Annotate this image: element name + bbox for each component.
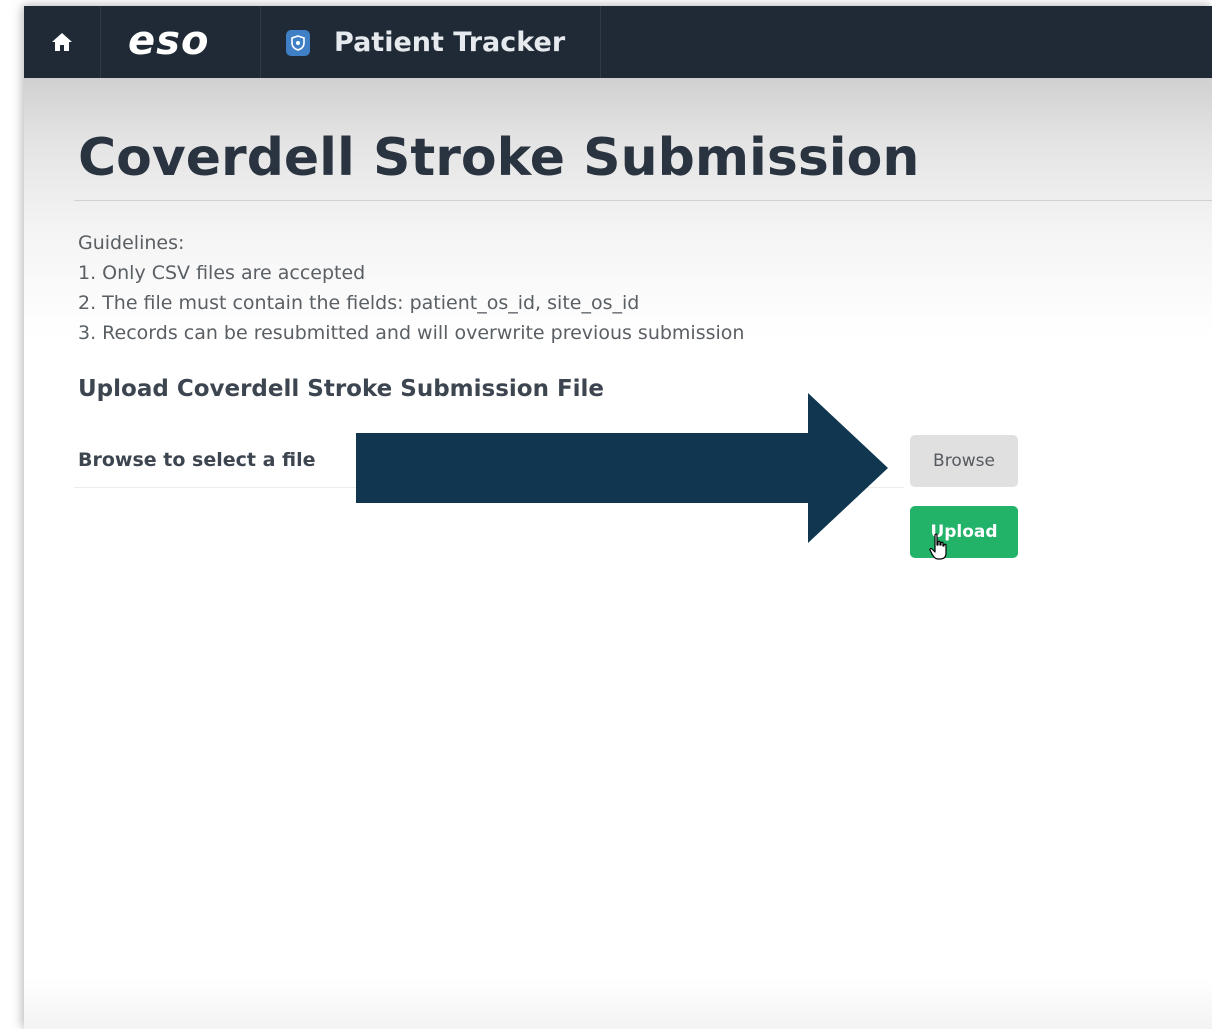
shield-icon: [286, 30, 310, 56]
eso-logo[interactable]: eso: [128, 16, 209, 66]
top-navigation-bar: eso Patient Tracker: [24, 6, 1212, 78]
guidelines-heading: Guidelines:: [78, 232, 185, 254]
guidelines: Guidelines: 1. Only CSV files are accept…: [78, 228, 744, 348]
home-icon: [52, 33, 72, 51]
upload-button[interactable]: Upload: [910, 506, 1018, 558]
annotation-arrow-icon: [356, 393, 888, 543]
hand-cursor-icon: [929, 533, 947, 560]
browse-button[interactable]: Browse: [910, 435, 1018, 487]
nav-divider: [100, 6, 101, 78]
page-title: Coverdell Stroke Submission: [78, 128, 920, 188]
main-content: Coverdell Stroke Submission Guidelines: …: [24, 78, 1212, 1029]
guideline-item: 3. Records can be resubmitted and will o…: [78, 322, 745, 344]
title-divider: [74, 200, 1212, 201]
home-button[interactable]: [24, 6, 100, 78]
guideline-item: 1. Only CSV files are accepted: [78, 262, 366, 284]
nav-divider: [600, 6, 601, 78]
browse-label: Browse to select a file: [78, 449, 316, 471]
app-title[interactable]: Patient Tracker: [334, 26, 565, 60]
browser-frame: eso Patient Tracker Coverdell Stroke Sub…: [24, 6, 1212, 1029]
guideline-item: 2. The file must contain the fields: pat…: [78, 292, 640, 314]
nav-divider: [260, 6, 261, 78]
